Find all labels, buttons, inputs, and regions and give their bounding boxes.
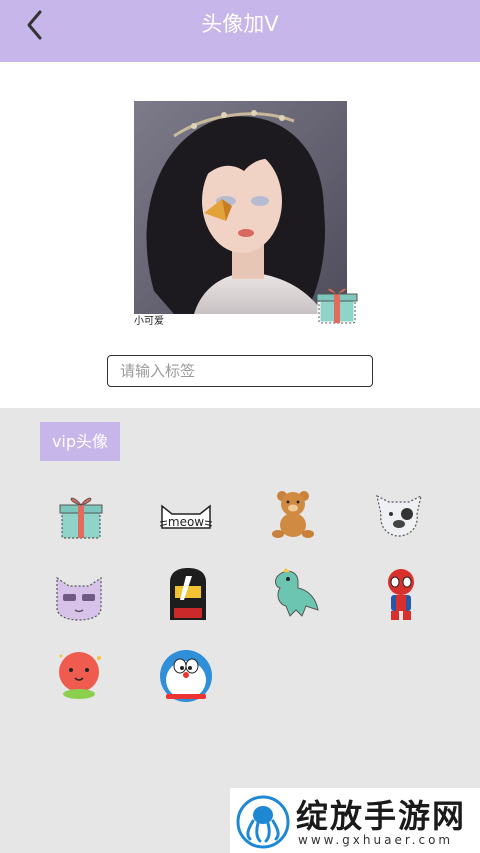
sticker-gift-box[interactable] [53,488,109,544]
sticker-dinosaur[interactable] [266,566,322,622]
sticker-panel [0,408,480,853]
sticker-bulldog[interactable] [371,486,427,542]
sticker-spiderman[interactable] [373,566,429,622]
meow-cat-icon: meow [159,504,213,529]
sticker-teddy-bear[interactable] [266,486,322,542]
sticker-ninja[interactable] [160,566,216,622]
sticker-doraemon[interactable] [158,648,214,704]
ninja-icon [170,568,206,620]
avatar-caption: 小可爱 [134,316,164,327]
octopus-logo-icon [236,795,290,849]
teddy-bear-icon [272,491,314,538]
app-header: 头像加V [0,0,480,62]
gift-box-icon [59,497,103,539]
watermark-url: www.gxhuaer.com [298,833,454,847]
peach-icon [59,652,101,699]
page-title: 头像加V [201,12,279,36]
doraemon-icon [160,650,212,702]
bulldog-icon [376,494,422,537]
sticker-meow-cat[interactable]: meow [158,488,214,544]
gift-box-icon [314,281,360,327]
spiderman-icon [388,569,414,620]
tag-input[interactable] [107,355,373,387]
watermark-text: 绽放手游网 [296,797,467,835]
svg-text:meow: meow [168,515,204,529]
vip-avatar-label: vip头像 [40,422,120,461]
cool-cat-icon [56,576,102,621]
dinosaur-icon [275,568,319,617]
sticker-peach[interactable] [51,648,107,704]
sticker-cool-cat[interactable] [51,568,107,624]
